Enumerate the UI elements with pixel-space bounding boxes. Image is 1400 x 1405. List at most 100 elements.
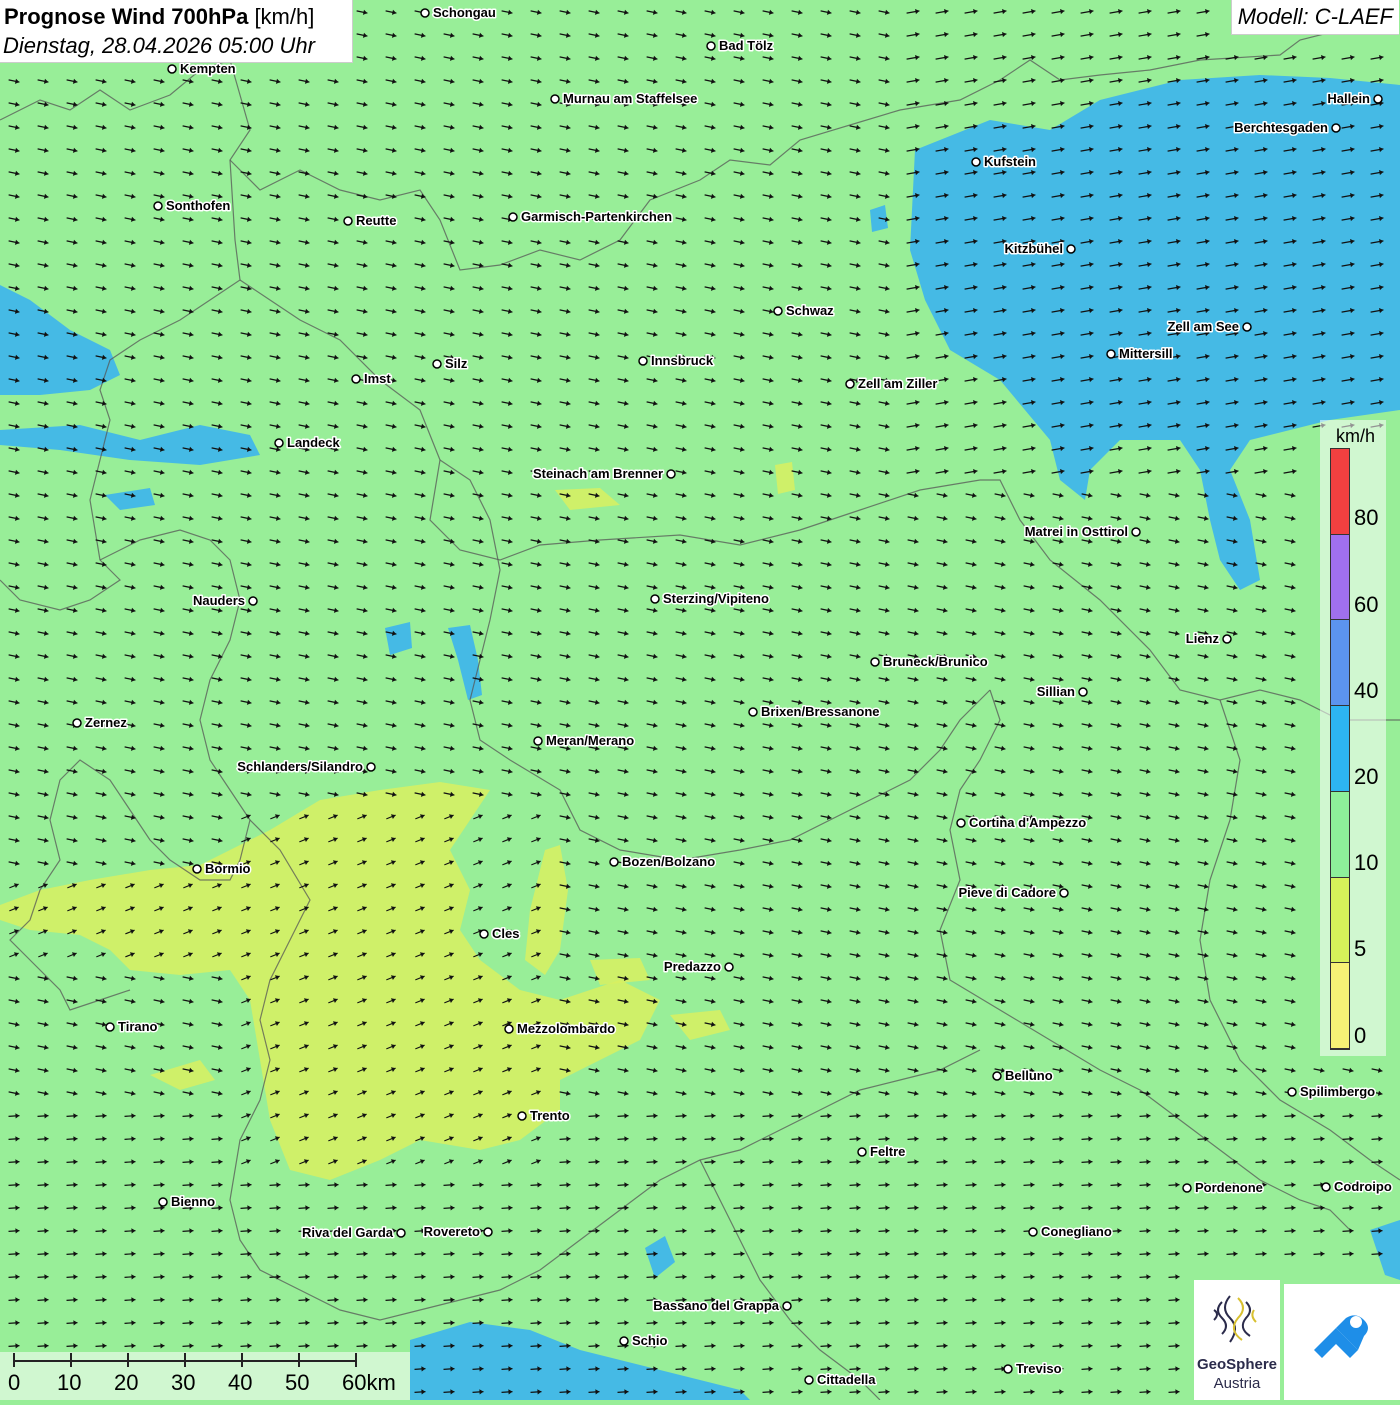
- legend-segment: [1331, 620, 1349, 707]
- wind-area-calm: [775, 462, 795, 494]
- city-dot: [153, 201, 163, 211]
- city-label: Reutte: [356, 213, 396, 228]
- city-dot: [1331, 123, 1341, 133]
- city-dot: [773, 306, 783, 316]
- city-dot: [550, 94, 560, 104]
- city-dot: [1131, 527, 1141, 537]
- city-label: Bozen/Bolzano: [622, 854, 715, 869]
- city-marker: Bassano del Grappa: [652, 1297, 792, 1315]
- city-dot: [971, 157, 981, 167]
- city-label: Bad Tölz: [719, 38, 774, 53]
- city-dot: [366, 762, 376, 772]
- legend-tick-label: 10: [1354, 850, 1379, 875]
- scale-label: 30: [171, 1370, 196, 1395]
- city-dot: [105, 1022, 115, 1032]
- city-marker: Zell am Ziller: [845, 375, 939, 393]
- city-label: Zell am Ziller: [858, 376, 937, 391]
- city-marker: Meran/Merano: [533, 732, 636, 750]
- city-dot: [1059, 888, 1069, 898]
- city-dot: [192, 864, 202, 874]
- cloud-arrow-icon: [1314, 1315, 1368, 1358]
- scale-label: 10: [57, 1370, 82, 1395]
- city-marker: Mezzolombardo: [504, 1020, 617, 1038]
- scale-tick: [184, 1353, 186, 1367]
- scale-label: 0: [8, 1370, 21, 1395]
- city-dot: [992, 1071, 1002, 1081]
- city-dot: [396, 1228, 406, 1238]
- city-dot: [533, 736, 543, 746]
- city-dot: [479, 929, 489, 939]
- city-label: Murnau am Staffelsee: [563, 91, 697, 106]
- city-marker: Matrei in Osttirol: [1023, 523, 1141, 541]
- city-dot: [1066, 244, 1076, 254]
- city-label: Bruneck/Brunico: [883, 654, 988, 669]
- city-label: Cles: [492, 926, 519, 941]
- scale-tick: [241, 1353, 243, 1367]
- scale-label: 60km: [342, 1370, 396, 1395]
- legend-colorbar: [1330, 448, 1350, 1050]
- city-dot: [1287, 1087, 1297, 1097]
- city-marker: Pieve di Cadore: [957, 884, 1069, 902]
- city-dot: [1321, 1182, 1331, 1192]
- city-dot: [1078, 687, 1088, 697]
- city-dot: [517, 1111, 527, 1121]
- wind-map[interactable]: Schongau Bad Tölz Kempten Murnau am Staffel…: [0, 0, 1400, 1400]
- city-label: Nauders: [193, 593, 245, 608]
- city-dot: [420, 8, 430, 18]
- city-label: Kempten: [180, 61, 236, 76]
- geosphere-emblem-icon: [1213, 1295, 1257, 1343]
- city-marker: Spilimbergo: [1287, 1083, 1377, 1101]
- city-label: Schio: [632, 1333, 667, 1348]
- legend-segment: [1331, 963, 1349, 1049]
- city-dot: [158, 1197, 168, 1207]
- city-dot: [609, 857, 619, 867]
- city-label: Predazzo: [664, 959, 721, 974]
- city-dot: [956, 818, 966, 828]
- legend-tick-label: 0: [1354, 1023, 1367, 1048]
- city-label: Berchtesgaden: [1234, 120, 1328, 135]
- city-label: Riva del Garda: [302, 1225, 394, 1240]
- city-marker: Brixen/Bressanone: [748, 703, 881, 721]
- legend-segment: [1331, 706, 1349, 792]
- city-marker: Pordenone: [1182, 1179, 1264, 1197]
- city-dot: [706, 41, 716, 51]
- city-dot: [650, 594, 660, 604]
- app-logo[interactable]: [1284, 1284, 1400, 1400]
- legend-tick-label: 20: [1354, 764, 1379, 789]
- city-dot: [508, 212, 518, 222]
- city-label: Cortina d'Ampezzo: [969, 815, 1086, 830]
- city-marker: Innsbruck: [638, 352, 715, 370]
- city-marker: Steinach am Brenner: [531, 465, 676, 483]
- city-marker: Murnau am Staffelsee: [550, 90, 699, 108]
- city-label: Pordenone: [1195, 1180, 1263, 1195]
- city-dot: [1003, 1364, 1013, 1374]
- legend-segment: [1331, 534, 1349, 621]
- city-marker: Riva del Garda: [300, 1224, 406, 1242]
- city-label: Imst: [364, 371, 391, 386]
- city-dot: [748, 707, 758, 717]
- forecast-datetime: Dienstag, 28.04.2026 05:00 Uhr: [3, 33, 315, 58]
- map-title: Prognose Wind 700hPa [km/h]: [4, 4, 314, 30]
- city-label: Bassano del Grappa: [653, 1298, 779, 1313]
- city-dot: [857, 1147, 867, 1157]
- city-marker: Sterzing/Vipiteno: [650, 590, 770, 608]
- scale-label: 20: [114, 1370, 139, 1395]
- city-label: Bienno: [171, 1194, 215, 1209]
- city-label: Treviso: [1016, 1361, 1062, 1376]
- city-label: Spilimbergo: [1300, 1084, 1375, 1099]
- city-label: Rovereto: [424, 1224, 480, 1239]
- city-label: Zell am See: [1167, 319, 1239, 334]
- legend: km/h 80 60 40 20 10 5 0: [1320, 420, 1386, 1056]
- legend-tick-label: 60: [1354, 592, 1379, 617]
- geosphere-logo[interactable]: GeoSphere Austria: [1194, 1280, 1280, 1400]
- city-label: Sonthofen: [166, 198, 230, 213]
- city-label: Cittadella: [817, 1372, 876, 1387]
- city-dot: [870, 657, 880, 667]
- city-label: Mezzolombardo: [517, 1021, 615, 1036]
- city-dot: [1028, 1227, 1038, 1237]
- city-label: Kitzbühel: [1005, 241, 1064, 256]
- legend-tick-label: 5: [1354, 936, 1367, 961]
- city-dot: [248, 596, 258, 606]
- scale-tick: [13, 1353, 15, 1367]
- city-dot: [483, 1227, 493, 1237]
